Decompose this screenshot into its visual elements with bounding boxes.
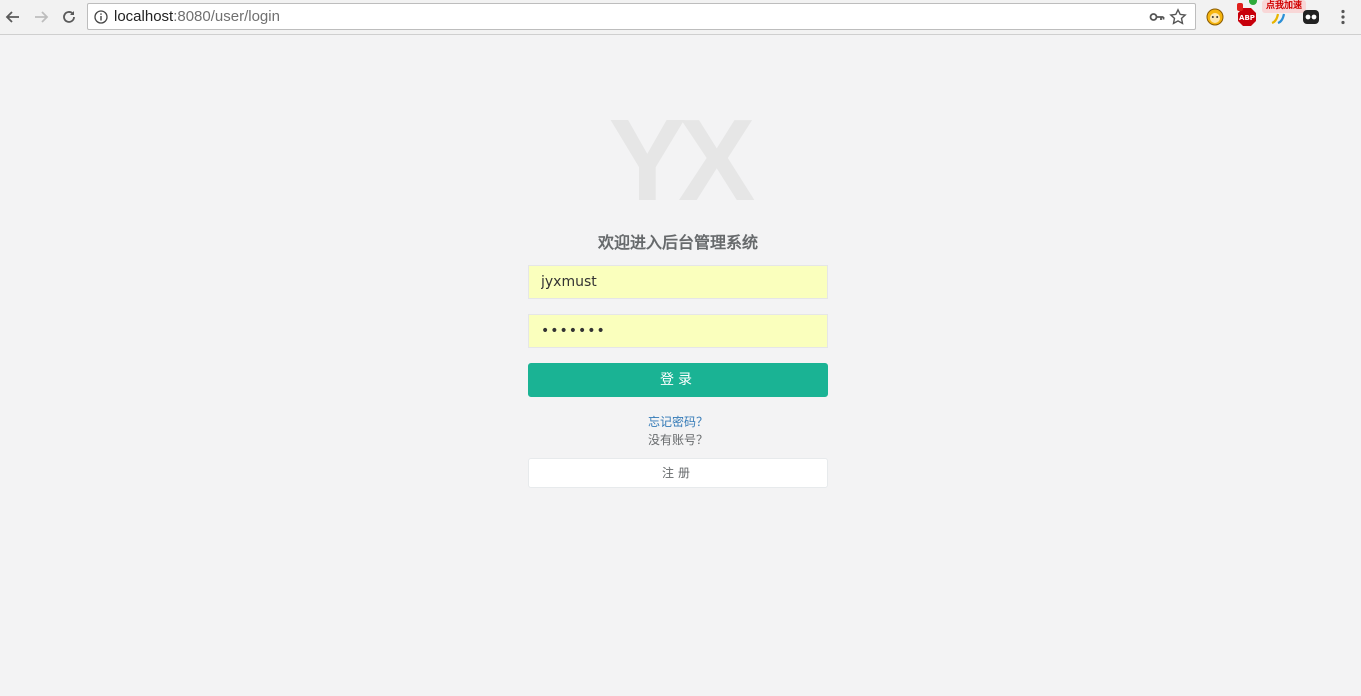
reload-button[interactable] <box>58 6 80 28</box>
no-account-text: 没有账号？ <box>647 433 708 447</box>
address-bar[interactable]: localhost:8080/user/login <box>87 3 1196 30</box>
browser-toolbar: localhost:8080/user/login ABP 点我加速 <box>0 0 1361 35</box>
forward-arrow-icon <box>35 11 49 23</box>
key-icon[interactable] <box>1149 9 1165 25</box>
json-viewer-extension-icon[interactable] <box>1269 7 1289 27</box>
kebab-menu-icon[interactable] <box>1334 8 1352 26</box>
ghost-extension-icon[interactable] <box>1301 7 1321 27</box>
reload-icon <box>63 11 75 23</box>
extension-red-marker <box>1237 3 1243 11</box>
logo-text: YX <box>608 95 756 225</box>
info-icon[interactable] <box>94 10 108 24</box>
back-arrow-icon <box>5 11 19 23</box>
url-path: :8080/user/login <box>173 8 280 25</box>
register-button[interactable]: 注册 <box>528 458 828 488</box>
extension-green-marker <box>1249 0 1257 5</box>
forgot-password-link[interactable]: 忘记密码？ <box>528 413 828 430</box>
tampermonkey-extension-icon[interactable] <box>1205 7 1225 27</box>
welcome-heading: 欢迎进入后台管理系统 <box>597 233 758 252</box>
forward-button[interactable] <box>30 6 52 28</box>
password-input[interactable] <box>528 314 828 348</box>
back-button[interactable] <box>2 6 24 28</box>
login-button[interactable]: 登录 <box>528 363 828 397</box>
bookmark-star-icon[interactable] <box>1169 8 1187 26</box>
page-content: YX 欢迎进入后台管理系统 登录 忘记密码？ 没有账号？ 注册 <box>0 36 1361 696</box>
url-host: localhost <box>114 8 174 25</box>
url-text[interactable]: localhost:8080/user/login <box>114 8 280 25</box>
username-input[interactable] <box>528 265 828 299</box>
svg-text:ABP: ABP <box>1239 14 1255 22</box>
